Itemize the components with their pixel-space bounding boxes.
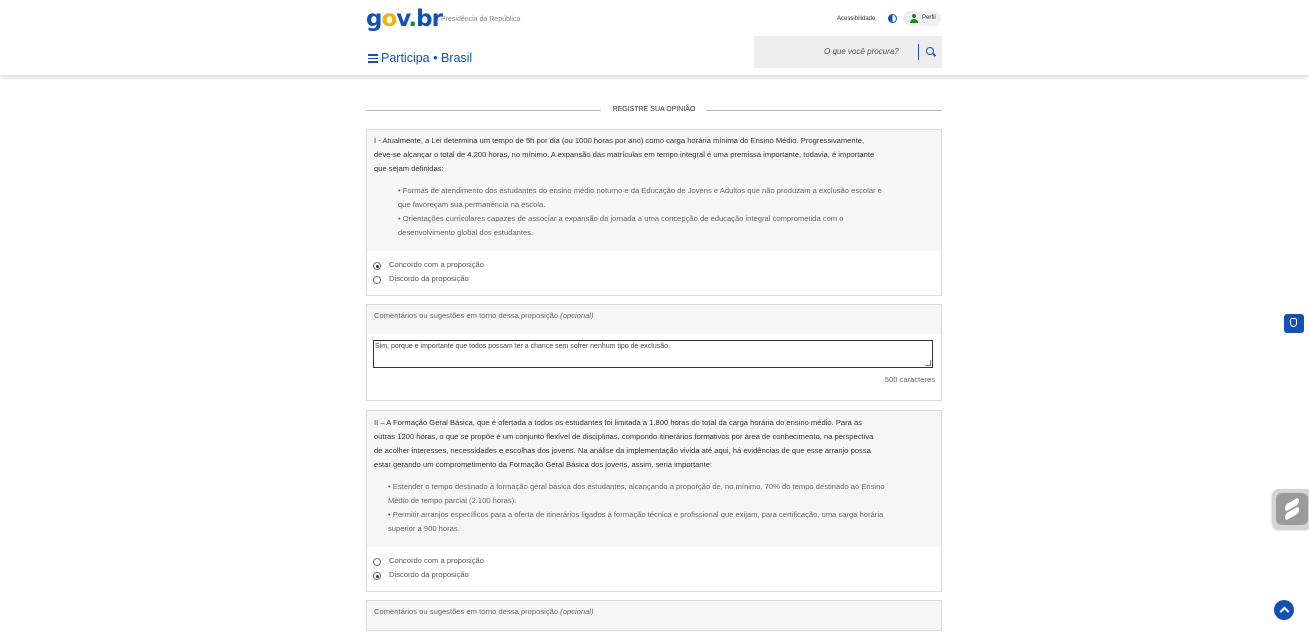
question-line: I - Atualmente, a Lei determina um tempo… — [374, 136, 865, 145]
section-divider: REGISTRE SUA OPINIÃO — [366, 104, 942, 116]
bullet-line: • Orientações curriculares capazes de as… — [398, 214, 844, 223]
search-icon[interactable] — [926, 47, 934, 55]
radio-checked-icon[interactable] — [373, 572, 381, 580]
logo-letter: o — [381, 6, 397, 32]
option-label: Concordo com a proposição — [389, 556, 484, 565]
comment-header: Comentários ou sugestões em torno dessa … — [366, 304, 942, 335]
contrast-icon[interactable] — [888, 14, 897, 23]
comment-label-text: Comentários ou sugestões em torno dessa … — [374, 311, 559, 320]
comment-body: Sim, porque e importante que todos possa… — [366, 334, 942, 401]
hamburger-menu-icon[interactable] — [368, 54, 378, 63]
logo-letter: v — [396, 6, 409, 32]
question-text: I - Atualmente, a Lei determina um tempo… — [374, 134, 936, 176]
option-label: Concordo com a proposição — [389, 260, 484, 269]
logo-letter: g — [366, 6, 383, 32]
site-header: gov.br Presidência da República Acessibi… — [0, 0, 1309, 76]
question-line: que sejam definidas: — [374, 164, 444, 173]
comment-textarea[interactable]: Sim, porque e importante que todos possa… — [373, 340, 933, 368]
search-box[interactable]: O que você procura? — [754, 36, 942, 68]
user-icon — [910, 14, 918, 23]
question-bullets: • Formas de atendimento dos estudantes d… — [398, 184, 882, 240]
comment-label: Comentários ou sugestões em torno dessa … — [374, 607, 594, 616]
optional-tag: (opcional) — [560, 607, 594, 616]
question-card: II – A Formação Geral Básica, que é ofer… — [366, 410, 942, 548]
bullet-line: desenvolvimento global dos estudantes. — [398, 228, 534, 237]
bullet-line: • Permitir arranjos específicos para a o… — [388, 510, 884, 519]
bullet-line: que favoreçam sua permanência na escola. — [398, 200, 546, 209]
libras-widget-icon[interactable] — [1272, 489, 1309, 529]
question-card: I - Atualmente, a Lei determina um tempo… — [366, 129, 942, 252]
org-name: Presidência da República — [441, 16, 521, 23]
question-line: estar gerando um comprometimento da Form… — [374, 460, 713, 469]
bullet-line: • Estender o tempo destinado à formação … — [388, 482, 885, 491]
answer-options: Concordo com a proposição Discordo da pr… — [366, 251, 942, 296]
comment-header: Comentários ou sugestões em torno dessa … — [366, 600, 942, 631]
comment-label-text: Comentários ou sugestões em torno dessa … — [374, 607, 559, 616]
bullet-line: • Formas de atendimento dos estudantes d… — [398, 186, 882, 195]
bullet-line: Médio de tempo parcial (2.100 horas). — [388, 496, 517, 505]
search-divider — [918, 44, 919, 60]
answer-options: Concordo com a proposição Discordo da pr… — [366, 547, 942, 592]
question-line: deve-se alcançar o total de 4.200 horas,… — [374, 150, 875, 159]
question-line: de acolher interesses, necessidades e es… — [374, 446, 871, 455]
question-line: II – A Formação Geral Básica, que é ofer… — [374, 418, 862, 427]
option-label: Discordo da proposição — [389, 274, 469, 283]
question-text: II – A Formação Geral Básica, que é ofer… — [374, 416, 936, 472]
search-input[interactable]: O que você procura? — [824, 47, 899, 56]
accessibility-link[interactable]: Acessibilidade — [837, 16, 875, 22]
comment-label: Comentários ou sugestões em torno dessa … — [374, 311, 594, 320]
site-title[interactable]: Participa • Brasil — [381, 51, 472, 65]
option-label: Discordo da proposição — [389, 570, 469, 579]
vlibras-hand-icon[interactable] — [1284, 314, 1304, 333]
optional-tag: (opcional) — [560, 311, 594, 320]
logo-letter: . — [408, 6, 417, 32]
question-line: outras 1200 horas, o que se propõe é um … — [374, 432, 874, 441]
char-counter: 500 caracteres — [884, 375, 935, 384]
back-to-top-icon[interactable] — [1274, 600, 1294, 620]
question-bullets: • Estender o tempo destinado à formação … — [388, 480, 885, 536]
bullet-line: superior a 900 horas. — [388, 524, 460, 533]
radio-unchecked-icon[interactable] — [373, 276, 381, 284]
logo-letter: b — [416, 6, 433, 32]
radio-unchecked-icon[interactable] — [373, 558, 381, 566]
radio-checked-icon[interactable] — [373, 262, 381, 270]
section-title: REGISTRE SUA OPINIÃO — [606, 106, 702, 113]
profile-button[interactable]: Perfil — [903, 11, 941, 26]
profile-label: Perfil — [922, 15, 936, 21]
govbr-logo[interactable]: gov.br — [366, 6, 443, 32]
